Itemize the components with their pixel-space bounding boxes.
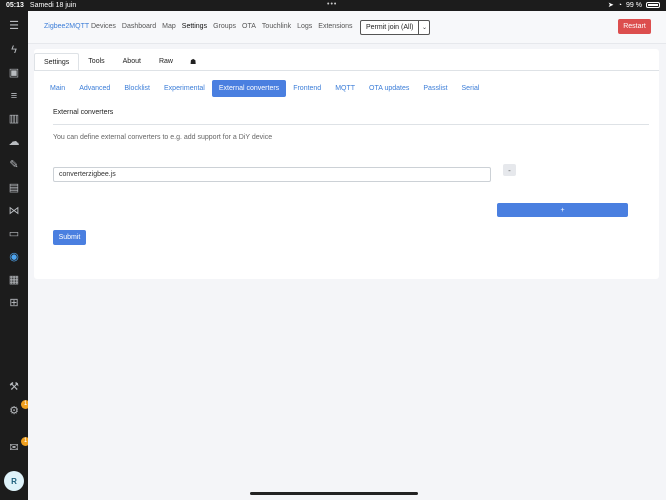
media-icon[interactable]: ▦ bbox=[7, 273, 21, 287]
tab-raw[interactable]: Raw bbox=[150, 53, 182, 70]
subtab-main[interactable]: Main bbox=[43, 80, 72, 97]
subtab-passlist[interactable]: Passlist bbox=[416, 80, 454, 97]
status-date: Samedi 18 juin bbox=[29, 2, 77, 9]
dashboard-icon[interactable]: ▣ bbox=[7, 66, 21, 80]
subtab-experimental[interactable]: Experimental bbox=[157, 80, 212, 97]
vscode-icon[interactable]: ⋈ bbox=[7, 204, 21, 218]
submit-button[interactable]: Submit bbox=[53, 230, 86, 245]
section-divider bbox=[53, 124, 649, 125]
settings-subtabs: Main Advanced Blocklist Experimental Ext… bbox=[43, 80, 486, 97]
permit-join-dropdown[interactable]: Permit join (All) ⌄ bbox=[360, 20, 431, 35]
ghost-icon: ☗ bbox=[189, 58, 197, 66]
home-indicator[interactable] bbox=[250, 492, 418, 495]
list-icon[interactable]: ≡ bbox=[7, 89, 21, 103]
status-right: ➤ ◔ 99 % bbox=[608, 1, 660, 9]
settings-card: Settings Tools About Raw ☗ Main Advanced… bbox=[34, 49, 659, 279]
nav-groups[interactable]: Groups bbox=[213, 23, 236, 30]
subtab-frontend[interactable]: Frontend bbox=[286, 80, 328, 97]
lightning-icon[interactable]: ϟ bbox=[7, 43, 21, 57]
nav-touchlink[interactable]: Touchlink bbox=[262, 23, 291, 30]
main-tabs: Settings Tools About Raw ☗ bbox=[34, 53, 204, 70]
chevron-down-icon[interactable]: ⌄ bbox=[419, 24, 429, 31]
subtab-advanced[interactable]: Advanced bbox=[72, 80, 117, 97]
section-description: You can define external converters to e.… bbox=[53, 134, 273, 141]
notification-icon[interactable]: ✉ 1 bbox=[7, 437, 30, 455]
device-icon[interactable]: ▤ bbox=[7, 181, 21, 195]
subtab-ota-updates[interactable]: OTA updates bbox=[362, 80, 416, 97]
subtab-external-converters[interactable]: External converters bbox=[211, 80, 287, 97]
chart-icon[interactable]: ▥ bbox=[7, 112, 21, 126]
nav-logs[interactable]: Logs bbox=[297, 23, 312, 30]
menu-icon[interactable]: ☰ bbox=[7, 19, 21, 33]
location-icon: ➤ bbox=[607, 2, 614, 9]
subtab-blocklist[interactable]: Blocklist bbox=[117, 80, 157, 97]
nav-dashboard[interactable]: Dashboard bbox=[122, 23, 156, 30]
gear-icon[interactable]: ⚙ 1 bbox=[7, 400, 30, 418]
remove-converter-button[interactable]: - bbox=[503, 164, 516, 176]
subtab-serial[interactable]: Serial bbox=[455, 80, 487, 97]
wifi-icon: ◔ bbox=[617, 1, 623, 9]
nav-settings[interactable]: Settings bbox=[182, 23, 207, 30]
hammer-icon[interactable]: ⚒ bbox=[7, 380, 21, 394]
converter-input[interactable]: converterzigbee.js bbox=[53, 167, 491, 182]
nav-map[interactable]: Map bbox=[162, 23, 176, 30]
brand-link[interactable]: Zigbee2MQTT bbox=[44, 23, 89, 30]
tabs-divider bbox=[34, 70, 659, 71]
nav-links: Devices Dashboard Map Settings Groups OT… bbox=[91, 23, 353, 30]
subtab-mqtt[interactable]: MQTT bbox=[328, 80, 362, 97]
nav-ota[interactable]: OTA bbox=[242, 23, 256, 30]
avatar[interactable]: R bbox=[4, 471, 24, 491]
section-title: External converters bbox=[53, 109, 114, 116]
navbar: Zigbee2MQTT Devices Dashboard Map Settin… bbox=[28, 11, 666, 44]
battery-icon bbox=[646, 2, 660, 8]
add-converter-button[interactable]: + bbox=[497, 203, 628, 217]
sidebar: ☰ ϟ ▣ ≡ ▥ ☁ ✎ ▤ ⋈ ▭ ◉ ▦ ⊞ ⚒ ⚙ 1 ✉ 1 R bbox=[0, 11, 30, 500]
permit-join-label[interactable]: Permit join (All) bbox=[361, 21, 420, 34]
restart-button[interactable]: Restart bbox=[618, 19, 651, 34]
tab-donate[interactable]: ☗ bbox=[182, 53, 204, 70]
store-icon[interactable]: ⊞ bbox=[7, 296, 21, 310]
wrench-icon[interactable]: ✎ bbox=[7, 158, 21, 172]
cloud-icon[interactable]: ☁ bbox=[7, 135, 21, 149]
zigbee-icon[interactable]: ◉ bbox=[7, 250, 21, 264]
tab-about[interactable]: About bbox=[114, 53, 150, 70]
nav-devices[interactable]: Devices bbox=[91, 23, 116, 30]
nav-extensions[interactable]: Extensions bbox=[318, 23, 352, 30]
status-time: 05:13 bbox=[6, 2, 24, 9]
status-bar: 05:13 Samedi 18 juin ••• ➤ ◔ 99 % bbox=[0, 0, 666, 11]
battery-percent: 99 % bbox=[626, 1, 642, 9]
tab-tools[interactable]: Tools bbox=[79, 53, 113, 70]
tab-settings[interactable]: Settings bbox=[34, 53, 80, 70]
main-area: Zigbee2MQTT Devices Dashboard Map Settin… bbox=[28, 11, 666, 500]
terminal-icon[interactable]: ▭ bbox=[7, 227, 21, 241]
multitask-dots: ••• bbox=[327, 1, 338, 8]
